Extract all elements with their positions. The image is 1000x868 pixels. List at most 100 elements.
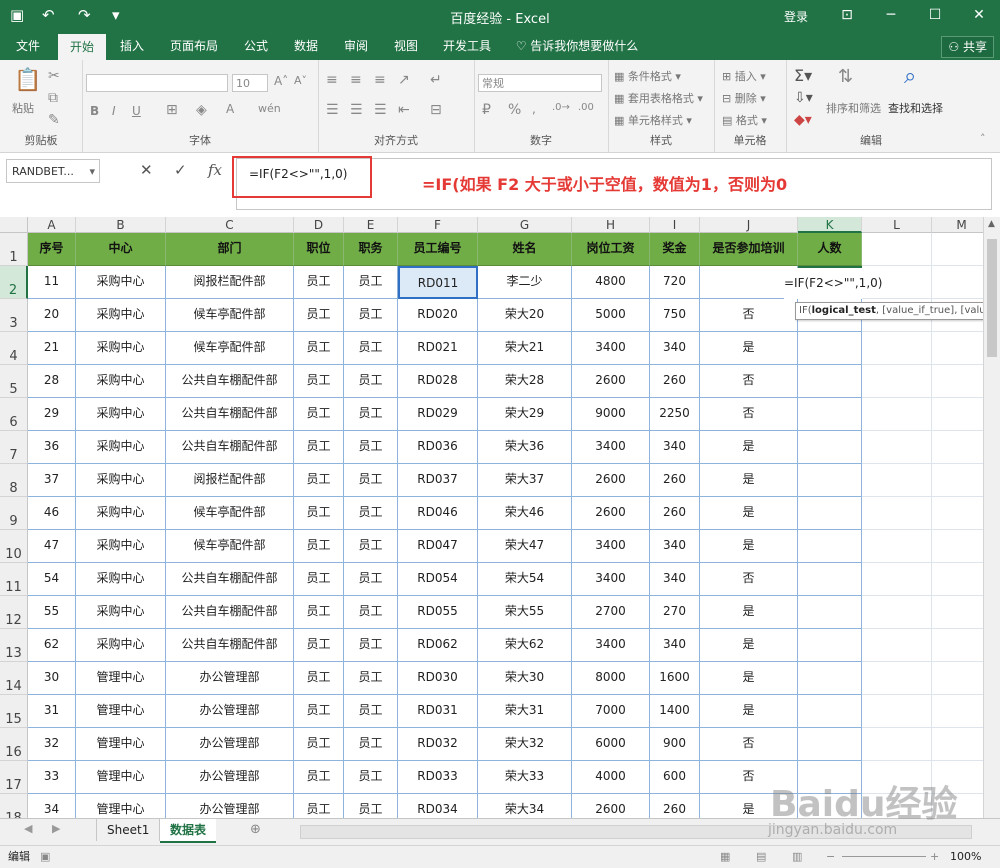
table-cell[interactable]: 荣大46 <box>478 497 572 530</box>
table-cell[interactable]: RD062 <box>398 629 478 662</box>
font-name-box[interactable] <box>86 74 228 92</box>
table-cell[interactable]: 37 <box>28 464 76 497</box>
header-cell[interactable]: 姓名 <box>478 233 572 266</box>
name-box-dropdown-icon[interactable]: ▾ <box>89 160 95 184</box>
find-select-label[interactable]: 查找和选择 <box>888 100 943 116</box>
row-header[interactable]: 2 <box>0 266 28 299</box>
table-cell[interactable]: 260 <box>650 794 700 818</box>
italic-icon[interactable]: I <box>112 104 116 118</box>
table-cell[interactable]: 员工 <box>344 365 398 398</box>
table-cell[interactable]: 是 <box>700 332 798 365</box>
tab-home[interactable]: 开始 <box>58 34 106 60</box>
column-header-k[interactable]: K <box>798 217 862 233</box>
login-link[interactable]: 登录 <box>784 8 808 25</box>
table-cell[interactable]: 办公管理部 <box>166 662 294 695</box>
table-cell[interactable]: 员工 <box>294 794 344 818</box>
table-cell[interactable] <box>798 431 862 464</box>
delete-cells-button[interactable]: ⊟ 删除 ▾ <box>722 90 766 106</box>
table-cell[interactable]: 荣大30 <box>478 662 572 695</box>
table-cell[interactable]: 荣大54 <box>478 563 572 596</box>
tab-page-layout[interactable]: 页面布局 <box>162 32 226 60</box>
row-header[interactable]: 6 <box>0 398 28 431</box>
merge-center-icon[interactable]: ⊟ <box>430 102 442 118</box>
table-cell[interactable] <box>798 398 862 431</box>
table-cell[interactable]: 采购中心 <box>76 530 166 563</box>
collapse-ribbon-icon[interactable]: ˄ <box>980 132 986 145</box>
table-cell[interactable]: 采购中心 <box>76 266 166 299</box>
select-all-corner[interactable] <box>0 217 28 233</box>
table-cell[interactable]: 员工 <box>344 464 398 497</box>
table-cell[interactable]: 是 <box>700 497 798 530</box>
table-cell[interactable]: 1400 <box>650 695 700 728</box>
row-header[interactable]: 11 <box>0 563 28 596</box>
table-cell[interactable]: 员工 <box>294 761 344 794</box>
align-center-icon[interactable]: ☰ <box>350 102 363 118</box>
border-icon[interactable]: ⊞ <box>166 102 178 118</box>
table-cell[interactable]: RD031 <box>398 695 478 728</box>
table-cell[interactable]: 3400 <box>572 332 650 365</box>
table-cell[interactable]: 36 <box>28 431 76 464</box>
column-header-i[interactable]: I <box>650 217 700 233</box>
table-cell[interactable]: 荣大29 <box>478 398 572 431</box>
ribbon-display-icon[interactable]: ⊡ <box>834 4 860 26</box>
table-cell[interactable]: 荣大28 <box>478 365 572 398</box>
row-header[interactable]: 1 <box>0 233 28 266</box>
table-cell[interactable]: 荣大47 <box>478 530 572 563</box>
empty-cell[interactable] <box>932 728 983 761</box>
table-cell[interactable]: 750 <box>650 299 700 332</box>
table-cell[interactable]: 员工 <box>294 596 344 629</box>
table-cell[interactable]: 公共自车棚配件部 <box>166 431 294 464</box>
table-cell[interactable]: 采购中心 <box>76 464 166 497</box>
table-cell[interactable]: 900 <box>650 728 700 761</box>
fill-color-icon[interactable]: ◈ <box>196 102 207 118</box>
table-cell[interactable]: RD020 <box>398 299 478 332</box>
tab-review[interactable]: 审阅 <box>336 32 376 60</box>
table-cell[interactable] <box>798 464 862 497</box>
table-cell[interactable]: 55 <box>28 596 76 629</box>
table-cell[interactable]: 阅报栏配件部 <box>166 464 294 497</box>
column-header-g[interactable]: G <box>478 217 572 233</box>
table-cell[interactable]: 32 <box>28 728 76 761</box>
empty-cell[interactable] <box>862 530 932 563</box>
table-cell[interactable]: 管理中心 <box>76 662 166 695</box>
table-cell[interactable]: 员工 <box>344 398 398 431</box>
table-cell[interactable]: RD046 <box>398 497 478 530</box>
table-cell[interactable]: 荣大20 <box>478 299 572 332</box>
table-cell[interactable]: 员工 <box>294 266 344 299</box>
table-cell[interactable]: 荣大36 <box>478 431 572 464</box>
table-cell[interactable]: RD028 <box>398 365 478 398</box>
table-cell[interactable] <box>798 629 862 662</box>
table-cell[interactable]: 4000 <box>572 761 650 794</box>
empty-cell[interactable] <box>932 563 983 596</box>
table-cell[interactable]: RD029 <box>398 398 478 431</box>
table-cell[interactable]: 是 <box>700 530 798 563</box>
header-cell[interactable]: 员工编号 <box>398 233 478 266</box>
underline-icon[interactable]: U <box>132 104 141 118</box>
autosum-icon[interactable]: Σ▾ <box>794 66 812 85</box>
table-cell[interactable]: 4800 <box>572 266 650 299</box>
table-cell[interactable]: 21 <box>28 332 76 365</box>
copy-icon[interactable]: ⧉ <box>48 90 58 106</box>
table-cell[interactable]: 员工 <box>344 629 398 662</box>
table-cell[interactable]: 采购中心 <box>76 365 166 398</box>
zoom-level[interactable]: 100% <box>950 846 981 868</box>
table-cell[interactable]: 员工 <box>344 431 398 464</box>
zoom-in-icon[interactable]: + <box>930 846 939 868</box>
column-header-d[interactable]: D <box>294 217 344 233</box>
table-cell[interactable]: 荣大34 <box>478 794 572 818</box>
spreadsheet-grid[interactable]: A B C D E F G H I J K L M 1 序号 中心 部门 职位 职务 员工编号 姓名 岗位工资 奖金 是否参加… <box>0 217 983 818</box>
column-header-f[interactable]: F <box>398 217 478 233</box>
empty-cell[interactable] <box>862 497 932 530</box>
empty-cell[interactable] <box>932 596 983 629</box>
table-cell[interactable]: 候车亭配件部 <box>166 332 294 365</box>
table-cell[interactable]: 采购中心 <box>76 596 166 629</box>
table-cell[interactable]: 采购中心 <box>76 332 166 365</box>
column-header-a[interactable]: A <box>28 217 76 233</box>
clear-icon[interactable]: ◆▾ <box>794 112 812 128</box>
enter-icon[interactable]: ✓ <box>174 161 187 179</box>
share-button[interactable]: ⚇ 共享 <box>941 36 994 58</box>
table-cell[interactable]: 2250 <box>650 398 700 431</box>
table-cell[interactable]: 公共自车棚配件部 <box>166 563 294 596</box>
conditional-format-button[interactable]: ▦ 条件格式 ▾ <box>614 68 681 84</box>
zoom-out-icon[interactable]: − <box>826 846 835 868</box>
